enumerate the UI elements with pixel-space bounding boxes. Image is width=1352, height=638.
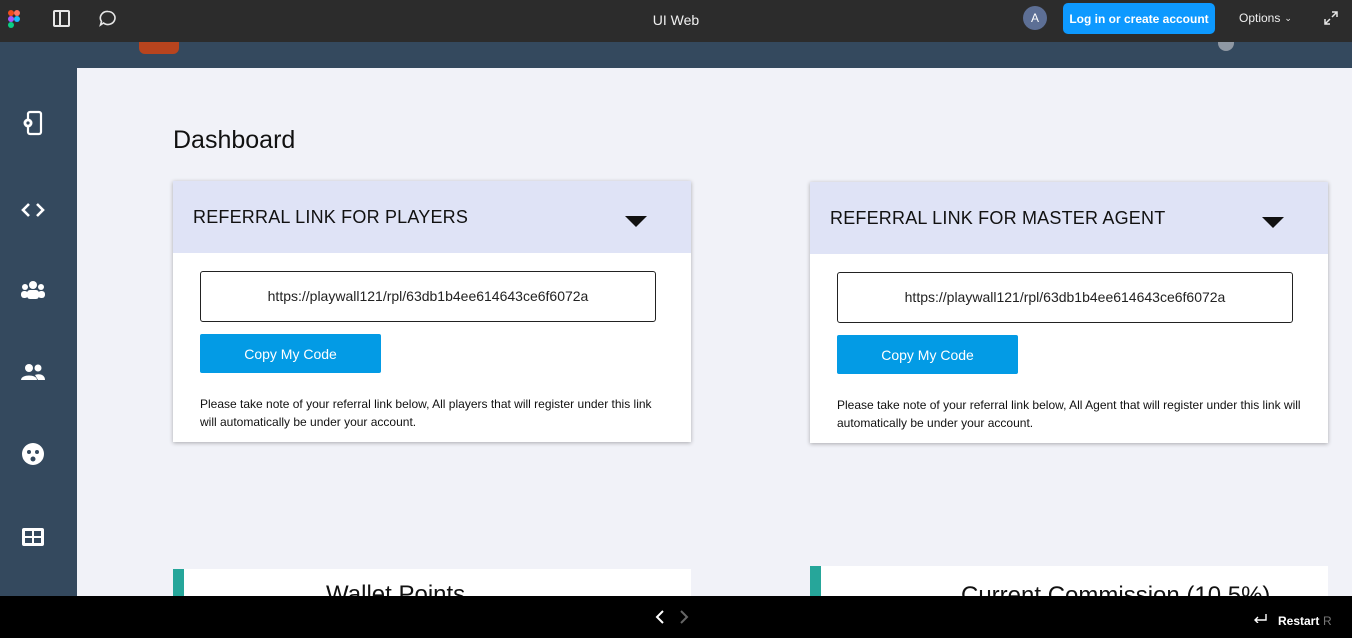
stat-title: Current Commission (10.5%) xyxy=(961,582,1271,596)
card-accent xyxy=(173,569,184,596)
code-icon[interactable] xyxy=(20,197,46,223)
referral-link-field[interactable]: https://playwall121/rpl/63db1b4ee614643c… xyxy=(837,272,1293,323)
group-icon[interactable] xyxy=(20,276,46,302)
copy-code-button[interactable]: Copy My Code xyxy=(837,335,1018,374)
brand-logo[interactable] xyxy=(139,42,179,54)
expand-icon[interactable] xyxy=(1323,10,1339,26)
page-title: Dashboard xyxy=(173,126,296,154)
chevron-right-icon[interactable] xyxy=(678,609,690,625)
dashboard-grid-icon[interactable] xyxy=(20,524,46,550)
referral-note: Please take note of your referral link b… xyxy=(200,397,652,429)
restart-button[interactable]: Restart xyxy=(1278,614,1319,628)
card-title: REFERRAL LINK FOR MASTER AGENT xyxy=(830,208,1166,228)
caret-down-icon[interactable] xyxy=(1262,217,1284,228)
referral-card-players: REFERRAL LINK FOR PLAYERS https://playwa… xyxy=(173,181,691,442)
restart-shortcut: R xyxy=(1323,614,1332,628)
user-avatar[interactable]: A xyxy=(1023,6,1047,30)
commission-card: Current Commission (10.5%) xyxy=(810,566,1328,596)
app-header xyxy=(77,42,1352,68)
profile-avatar[interactable] xyxy=(1218,42,1234,51)
referral-card-master-agent: REFERRAL LINK FOR MASTER AGENT https://p… xyxy=(810,182,1328,443)
stat-title: Wallet Points xyxy=(326,581,466,596)
people-icon[interactable] xyxy=(20,359,46,385)
face-icon[interactable] xyxy=(20,441,46,467)
copy-code-button[interactable]: Copy My Code xyxy=(200,334,381,373)
card-header[interactable]: REFERRAL LINK FOR MASTER AGENT xyxy=(810,182,1328,254)
card-title: REFERRAL LINK FOR PLAYERS xyxy=(193,207,469,227)
options-label: Options xyxy=(1239,11,1281,25)
app-sidebar xyxy=(0,42,77,596)
referral-note: Please take note of your referral link b… xyxy=(837,398,1301,430)
phone-settings-icon[interactable] xyxy=(20,110,46,136)
card-accent xyxy=(810,566,821,596)
chevron-down-icon: ⌄ xyxy=(1284,13,1292,23)
wallet-points-card: Wallet Points xyxy=(173,569,691,596)
presentation-bar: Restart R xyxy=(0,596,1352,638)
figma-toolbar: UI Web A Log in or create account Option… xyxy=(0,0,1352,42)
referral-link-field[interactable]: https://playwall121/rpl/63db1b4ee614643c… xyxy=(200,271,656,322)
login-button[interactable]: Log in or create account xyxy=(1063,3,1215,34)
card-header[interactable]: REFERRAL LINK FOR PLAYERS xyxy=(173,181,691,253)
caret-down-icon[interactable] xyxy=(625,216,647,227)
options-menu[interactable]: Options ⌄ xyxy=(1239,11,1292,25)
restart-icon[interactable] xyxy=(1253,613,1267,623)
chevron-left-icon[interactable] xyxy=(654,609,666,625)
